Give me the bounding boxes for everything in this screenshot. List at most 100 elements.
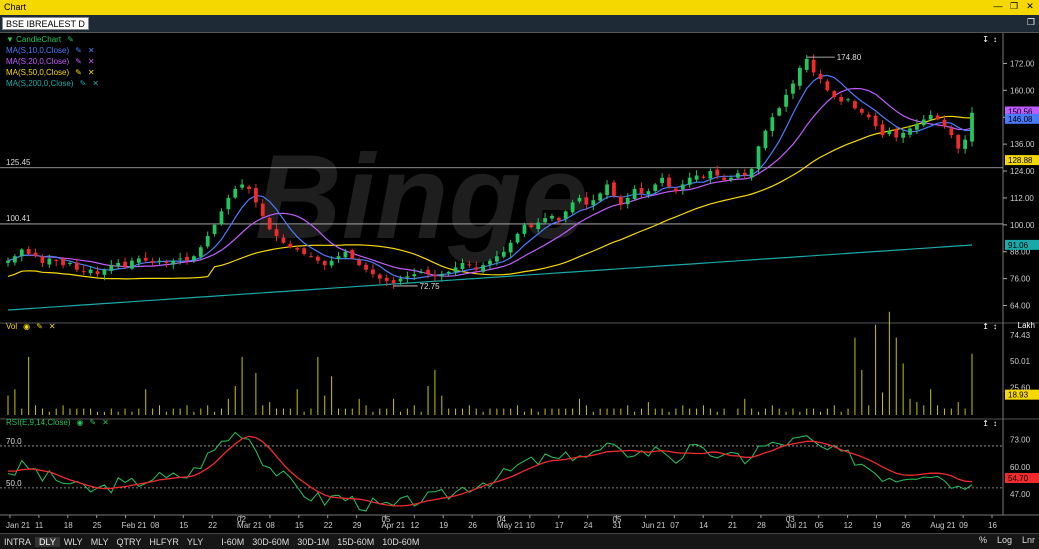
close-icon[interactable]: ✕ bbox=[1025, 1, 1035, 12]
candle-body bbox=[639, 188, 644, 194]
remove-icon[interactable]: ✕ bbox=[102, 417, 109, 428]
move-up-icon[interactable]: ↥ bbox=[982, 419, 989, 428]
x-tick-label: 11 bbox=[35, 521, 44, 530]
price-tick-label: 64.00 bbox=[1010, 302, 1031, 311]
scale-lnr[interactable]: Lnr bbox=[1022, 535, 1035, 545]
candle-body bbox=[6, 260, 10, 263]
instrument-field[interactable]: BSE IBREALEST D bbox=[2, 17, 89, 30]
candle-body bbox=[839, 97, 844, 102]
candle-body bbox=[501, 251, 506, 257]
remove-icon[interactable]: ✕ bbox=[88, 45, 95, 56]
candle-body bbox=[818, 73, 823, 80]
legend-item[interactable]: MA(S,20,0,Close) ✎ ✕ bbox=[6, 56, 99, 67]
timeframe-mly[interactable]: MLY bbox=[87, 537, 113, 547]
candle-body bbox=[749, 168, 754, 178]
candle-body bbox=[453, 267, 458, 273]
remove-icon[interactable]: ✕ bbox=[88, 67, 95, 78]
candle-body bbox=[811, 59, 816, 73]
edit-icon[interactable]: ✎ bbox=[89, 417, 96, 428]
legend-label: MA(S,20,0,Close) bbox=[6, 57, 70, 66]
edit-icon[interactable]: ✎ bbox=[75, 56, 82, 67]
candle-body bbox=[942, 119, 947, 127]
remove-icon[interactable]: ✕ bbox=[88, 56, 95, 67]
candle-body bbox=[336, 256, 341, 259]
move-down-icon[interactable]: ↧ bbox=[982, 35, 989, 44]
edit-icon[interactable]: ✎ bbox=[36, 321, 43, 332]
scale-percent[interactable]: % bbox=[979, 535, 987, 545]
candle-body bbox=[729, 177, 733, 181]
timeframe-dly[interactable]: DLY bbox=[35, 536, 60, 547]
legend-label: MA(S,50,0,Close) bbox=[6, 68, 70, 77]
x-tick-label: 12 bbox=[844, 521, 853, 530]
legend-item[interactable]: MA(S,200,0,Close) ✎ ✕ bbox=[6, 78, 99, 89]
candle-body bbox=[130, 260, 134, 269]
timeframe-hlfyr[interactable]: HLFYR bbox=[145, 537, 183, 547]
edit-icon[interactable]: ✎ bbox=[67, 34, 74, 45]
legend-item[interactable]: ▼ CandleChart ✎ bbox=[6, 34, 99, 45]
candle-body bbox=[61, 258, 65, 266]
timeframe-intra[interactable]: INTRA bbox=[0, 537, 35, 547]
edit-icon[interactable]: ✎ bbox=[75, 67, 82, 78]
candle-body bbox=[949, 128, 954, 136]
timeframe-qtry[interactable]: QTRY bbox=[113, 537, 146, 547]
legend-item[interactable]: MA(S,50,0,Close) ✎ ✕ bbox=[6, 67, 99, 78]
candle-body bbox=[267, 217, 272, 230]
candle-body bbox=[832, 91, 837, 98]
candle-body bbox=[81, 271, 86, 273]
candle-body bbox=[54, 259, 59, 261]
candle-body bbox=[136, 258, 141, 263]
remove-icon[interactable]: ✕ bbox=[49, 321, 56, 332]
candle-body bbox=[612, 182, 616, 196]
candle-body bbox=[529, 224, 534, 228]
timeframe-30d-1m[interactable]: 30D-1M bbox=[293, 537, 333, 547]
rsi-tick-label: 60.00 bbox=[1010, 463, 1031, 472]
candle-body bbox=[570, 202, 575, 213]
candle-body bbox=[260, 203, 265, 216]
legend-label: MA(S,10,0,Close) bbox=[6, 46, 70, 55]
x-tick-label: 09 bbox=[959, 521, 968, 530]
eye-icon[interactable]: ◉ bbox=[76, 417, 83, 428]
candle-body bbox=[646, 191, 651, 195]
chart-window-controls: ❐ bbox=[1027, 17, 1035, 28]
candle-body bbox=[674, 188, 678, 192]
move-up-icon[interactable]: ↥ bbox=[982, 322, 989, 331]
x-tick-label: 25 bbox=[93, 521, 102, 530]
pin-icon[interactable]: ↕ bbox=[993, 419, 997, 428]
edit-icon[interactable]: ✎ bbox=[75, 45, 82, 56]
candle-body bbox=[632, 188, 637, 199]
timeframe-30d-60m[interactable]: 30D-60M bbox=[248, 537, 293, 547]
candle-body bbox=[178, 258, 183, 260]
rsi-tick-label: 47.00 bbox=[1010, 490, 1031, 499]
timeframe-yly[interactable]: YLY bbox=[183, 537, 207, 547]
restore-icon[interactable]: ❐ bbox=[1009, 1, 1019, 12]
x-secondary-label: 03 bbox=[786, 515, 795, 524]
pin-icon[interactable]: ↕ bbox=[993, 35, 997, 44]
timeframe-wly[interactable]: WLY bbox=[60, 537, 87, 547]
scale-log[interactable]: Log bbox=[997, 535, 1012, 545]
timeframe-10d-60m[interactable]: 10D-60M bbox=[378, 537, 423, 547]
x-tick-label: 05 bbox=[815, 521, 824, 530]
candle-body bbox=[47, 258, 52, 265]
x-secondary-label: 02 bbox=[237, 515, 246, 524]
chart-area[interactable]: Binge172.00160.00148.00136.00124.00112.0… bbox=[0, 33, 1039, 533]
candle-body bbox=[859, 109, 864, 113]
restore-chart-icon[interactable]: ❐ bbox=[1027, 17, 1035, 28]
remove-icon[interactable]: ✕ bbox=[92, 78, 99, 89]
price-tick-label: 172.00 bbox=[1010, 59, 1035, 68]
minimize-icon[interactable]: — bbox=[993, 1, 1003, 12]
x-tick-label: 12 bbox=[410, 521, 419, 530]
legend-item[interactable]: MA(S,10,0,Close) ✎ ✕ bbox=[6, 45, 99, 56]
candle-body bbox=[701, 176, 706, 178]
candle-body bbox=[343, 251, 348, 258]
timeframe-15d-60m[interactable]: 15D-60M bbox=[333, 537, 378, 547]
pin-icon[interactable]: ↕ bbox=[993, 322, 997, 331]
candle-body bbox=[887, 130, 892, 135]
volume-panel-controls: ↥ ↕ bbox=[982, 322, 997, 331]
candle-body bbox=[329, 260, 334, 266]
candle-body bbox=[825, 81, 830, 91]
x-tick-label: 19 bbox=[439, 521, 448, 530]
timeframe-i-60m[interactable]: I-60M bbox=[217, 537, 248, 547]
edit-icon[interactable]: ✎ bbox=[80, 78, 87, 89]
eye-icon[interactable]: ◉ bbox=[23, 321, 30, 332]
x-tick-label: Jan 21 bbox=[6, 521, 31, 530]
